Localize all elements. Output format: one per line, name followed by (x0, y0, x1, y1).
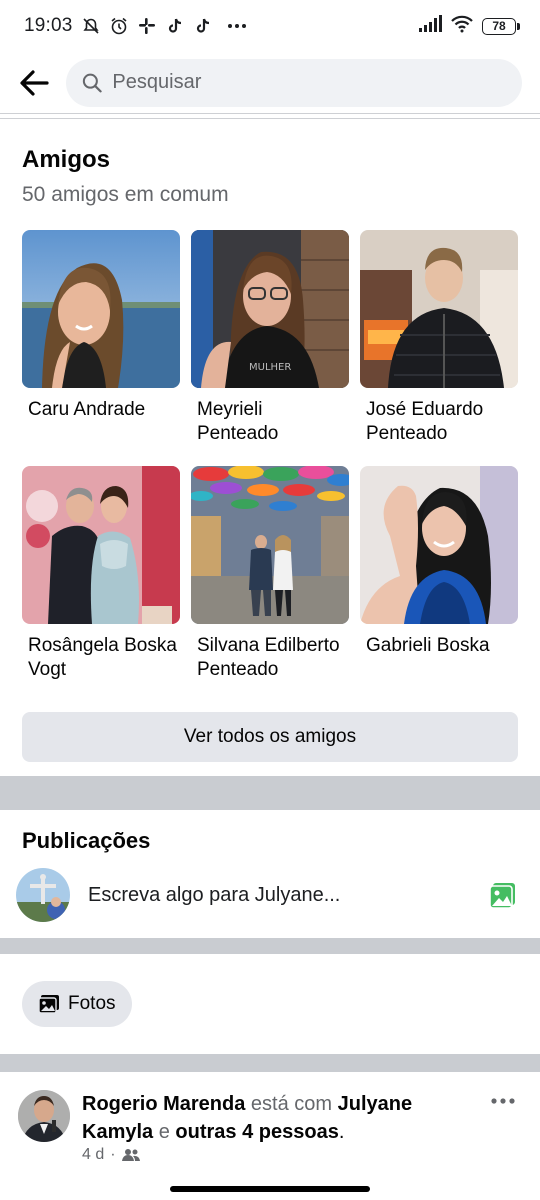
post-header-text: Rogerio Marenda está com Julyane Kamyla … (82, 1090, 482, 1146)
muted-icon (81, 16, 101, 36)
section-divider (0, 938, 540, 954)
slack-icon (137, 16, 157, 36)
friend-name[interactable]: Silvana Edilberto Penteado (191, 634, 349, 682)
friend-photo[interactable] (360, 466, 518, 624)
friend-photo[interactable] (22, 230, 180, 388)
friends-icon (121, 1149, 140, 1161)
post-connector: está com (250, 1093, 333, 1115)
friend-name[interactable]: José Eduardo Penteado (360, 398, 518, 446)
battery-level: 78 (492, 19, 506, 33)
signal-icon (418, 14, 442, 38)
back-arrow-icon (20, 69, 49, 96)
friend-card[interactable]: Gabrieli Boska (360, 466, 518, 682)
meta-dot: · (110, 1146, 116, 1163)
post-author[interactable]: Rogerio Marenda (82, 1093, 245, 1115)
more-dots-icon (227, 16, 247, 36)
battery-icon: 78 (482, 17, 520, 35)
post-meta: 4 d · (82, 1146, 140, 1164)
section-divider (0, 1054, 540, 1072)
tiktok-icon (165, 16, 185, 36)
post-composer[interactable]: Escreva algo para Julyane... (16, 868, 518, 922)
posts-title: Publicações (22, 828, 151, 853)
friends-grid: Caru Andrade MULHER Meyrieli Penteado Jo… (22, 230, 518, 682)
post-period: . (338, 1121, 345, 1143)
friend-card[interactable]: Caru Andrade (22, 230, 180, 446)
friends-section: Amigos 50 amigos em comum Caru Andrade M… (0, 120, 540, 776)
top-bar (0, 52, 540, 114)
friend-photo[interactable] (360, 230, 518, 388)
friend-photo[interactable] (191, 466, 349, 624)
status-bar: 19:03 78 (0, 0, 540, 52)
post-others-link[interactable]: outras 4 pessoas (175, 1121, 338, 1143)
wifi-icon (450, 15, 474, 38)
profile-chips: Fotos (0, 954, 540, 1054)
photos-chip-label: Fotos (68, 993, 116, 1014)
composer-placeholder[interactable]: Escreva algo para Julyane... (88, 884, 488, 907)
friend-card[interactable]: Silvana Edilberto Penteado (191, 466, 349, 682)
friend-photo[interactable] (22, 466, 180, 624)
photos-chip[interactable]: Fotos (22, 981, 132, 1027)
svg-text:MULHER: MULHER (249, 362, 291, 373)
friend-card[interactable]: MULHER Meyrieli Penteado (191, 230, 349, 446)
friend-card[interactable]: Rosângela Boska Vogt (22, 466, 180, 682)
search-bar[interactable] (66, 58, 522, 107)
friends-title: Amigos (22, 146, 111, 173)
post-time[interactable]: 4 d (82, 1146, 104, 1164)
see-all-friends-button[interactable]: Ver todos os amigos (22, 712, 518, 762)
back-button[interactable] (14, 63, 54, 103)
search-icon (82, 73, 102, 92)
photos-icon (38, 995, 59, 1014)
status-time: 19:03 (24, 15, 73, 36)
avatar[interactable] (16, 868, 70, 922)
friend-name[interactable]: Meyrieli Penteado (191, 398, 349, 446)
posts-section: Publicações Escreva algo para Julyane... (0, 810, 540, 938)
more-options-icon[interactable] (490, 1094, 516, 1108)
section-divider (0, 776, 540, 810)
post-and-word: e (158, 1121, 170, 1143)
friend-name[interactable]: Caru Andrade (22, 398, 180, 446)
friend-photo[interactable]: MULHER (191, 230, 349, 388)
mutual-friends-count: 50 amigos em comum (22, 183, 229, 206)
home-indicator[interactable] (170, 1186, 370, 1192)
header-divider (0, 118, 540, 119)
feed-post: Rogerio Marenda está com Julyane Kamyla … (0, 1072, 540, 1172)
photo-icon[interactable] (488, 880, 518, 910)
friend-card[interactable]: José Eduardo Penteado (360, 230, 518, 446)
alarm-icon (109, 16, 129, 36)
friend-name[interactable]: Gabrieli Boska (360, 634, 518, 682)
search-input[interactable] (112, 71, 506, 94)
avatar[interactable] (18, 1090, 70, 1142)
tiktok-icon (193, 16, 213, 36)
friend-name[interactable]: Rosângela Boska Vogt (22, 634, 180, 682)
